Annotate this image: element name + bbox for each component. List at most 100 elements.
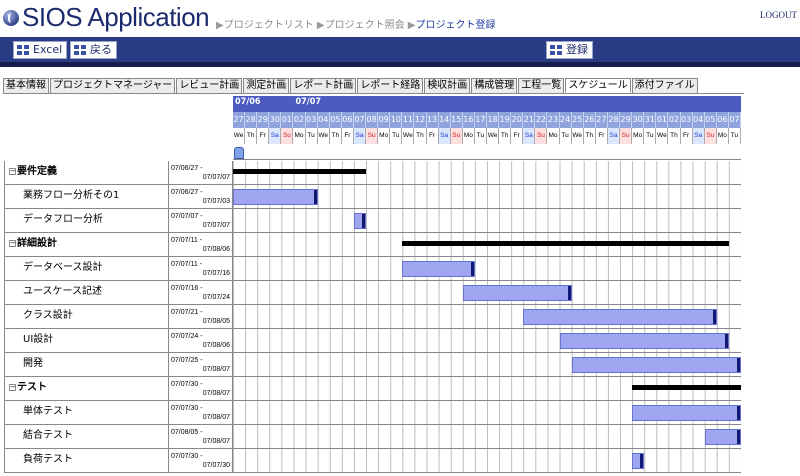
task-bar[interactable] bbox=[559, 333, 729, 349]
task-start-date: 07/08/05 - bbox=[171, 429, 203, 436]
day-cell: 06 bbox=[717, 112, 729, 128]
tab-4[interactable]: 測定計画 bbox=[243, 78, 290, 93]
task-name[interactable]: 開発 bbox=[4, 353, 169, 377]
weekday-cell: Mo bbox=[378, 128, 391, 144]
summary-bar[interactable] bbox=[233, 169, 367, 174]
weekday-cell: Sa bbox=[607, 128, 621, 144]
tab-1[interactable]: 基本情報 bbox=[3, 78, 49, 93]
task-bar-end-handle[interactable] bbox=[567, 286, 571, 300]
task-name-label: 負荷テスト bbox=[23, 454, 73, 465]
day-cell: 05 bbox=[705, 112, 717, 128]
task-bar-end-handle[interactable] bbox=[640, 454, 644, 468]
tab-9[interactable]: 工程一覧 bbox=[518, 78, 565, 93]
task-bar[interactable] bbox=[632, 405, 741, 421]
task-start-date: 07/07/30 - bbox=[171, 453, 203, 460]
tab-2[interactable]: プロジェクトマネージャー bbox=[50, 78, 176, 93]
logout-link[interactable]: LOGOUT bbox=[760, 10, 797, 20]
tab-6[interactable]: レポート経路 bbox=[357, 78, 424, 93]
today-marker-icon[interactable] bbox=[234, 147, 244, 159]
day-cell: 27 bbox=[233, 112, 246, 128]
collapse-icon[interactable]: − bbox=[9, 383, 16, 391]
tab-8[interactable]: 構成管理 bbox=[471, 78, 518, 93]
day-cell: 01 bbox=[281, 112, 294, 128]
weekday-cell: Su bbox=[620, 128, 633, 144]
register-button[interactable]: 登録 bbox=[546, 41, 593, 59]
task-bar[interactable] bbox=[402, 261, 475, 277]
task-name-label: テスト bbox=[17, 382, 47, 393]
task-name-label: 要件定義 bbox=[17, 166, 57, 177]
timeline-cells bbox=[233, 305, 741, 329]
day-cell: 06 bbox=[342, 112, 354, 128]
task-bar-end-handle[interactable] bbox=[736, 406, 740, 420]
task-name[interactable]: 業務フロー分析その1 bbox=[4, 185, 169, 209]
collapse-icon[interactable]: − bbox=[9, 239, 16, 247]
task-bar[interactable] bbox=[571, 357, 741, 373]
task-name[interactable]: データフロー分析 bbox=[4, 209, 169, 233]
task-name[interactable]: 単体テスト bbox=[4, 401, 169, 425]
task-bar[interactable] bbox=[632, 453, 645, 469]
weekday-cell: Fr bbox=[342, 128, 354, 144]
task-dates: 07/07/11 - 07/08/06 bbox=[169, 233, 233, 257]
timeline-cells bbox=[233, 281, 741, 305]
task-name[interactable]: −テスト bbox=[4, 377, 169, 401]
task-bar[interactable] bbox=[523, 309, 717, 325]
task-bar-end-handle[interactable] bbox=[313, 190, 317, 204]
task-bar-end-handle[interactable] bbox=[736, 358, 740, 372]
grid-icon bbox=[74, 45, 86, 55]
weekday-cell: Th bbox=[414, 128, 427, 144]
task-bar-end-handle[interactable] bbox=[724, 334, 728, 348]
task-name[interactable]: UI設計 bbox=[4, 329, 169, 353]
tab-10[interactable]: スケジュール bbox=[565, 78, 631, 93]
day-cell: 17 bbox=[475, 112, 487, 128]
task-bar-end-handle[interactable] bbox=[470, 262, 474, 276]
task-name[interactable]: 負荷テスト bbox=[4, 449, 169, 473]
tab-11[interactable]: 添付ファイル bbox=[631, 78, 698, 93]
summary-bar[interactable] bbox=[632, 385, 741, 390]
task-start-date: 07/07/30 - bbox=[171, 405, 203, 412]
task-name-label: クラス設計 bbox=[23, 310, 73, 321]
task-start-date: 07/07/16 - bbox=[171, 285, 203, 292]
breadcrumb-arrow-icon: ▶ bbox=[216, 20, 224, 31]
task-name[interactable]: −要件定義 bbox=[4, 161, 169, 185]
tab-5[interactable]: レポート計画 bbox=[290, 78, 357, 93]
breadcrumb-arrow-icon: ▶ bbox=[404, 20, 416, 31]
collapse-icon[interactable]: − bbox=[9, 167, 16, 175]
tab-7[interactable]: 検収計画 bbox=[424, 78, 471, 93]
task-name[interactable]: 結合テスト bbox=[4, 425, 169, 449]
task-row: クラス設計 07/07/21 - 07/08/05 bbox=[4, 305, 741, 329]
breadcrumb-item[interactable]: プロジェクトリスト bbox=[224, 20, 314, 31]
day-cell: 16 bbox=[463, 112, 475, 128]
day-cell: 11 bbox=[402, 112, 415, 128]
task-bar-end-handle[interactable] bbox=[712, 310, 716, 324]
task-dates: 07/07/30 - 07/08/07 bbox=[169, 377, 233, 401]
task-row: 業務フロー分析その1 07/06/27 - 07/07/03 bbox=[4, 185, 741, 209]
day-cell: 14 bbox=[439, 112, 451, 128]
summary-bar[interactable] bbox=[402, 241, 729, 246]
day-cell: 03 bbox=[306, 112, 318, 128]
weekday-cell: Fr bbox=[511, 128, 524, 144]
weekday-row: We Th Fr Sa Su Mo Tu We Th Fr Sa Su Mo Tu We Th Fr Sa Su Mo… bbox=[233, 128, 741, 144]
excel-button[interactable]: Excel bbox=[13, 41, 68, 59]
task-name[interactable]: データベース設計 bbox=[4, 257, 169, 281]
task-name[interactable]: クラス設計 bbox=[4, 305, 169, 329]
day-cell: 07 bbox=[729, 112, 741, 128]
timeline-cells bbox=[233, 257, 741, 281]
task-bar[interactable] bbox=[353, 213, 367, 229]
task-dates: 07/07/25 - 07/08/07 bbox=[169, 353, 233, 377]
task-name[interactable]: ユースケース記述 bbox=[4, 281, 169, 305]
weekday-cell: Su bbox=[281, 128, 294, 144]
breadcrumb-item[interactable]: プロジェクト照会 bbox=[325, 20, 405, 31]
weekday-cell: Sa bbox=[269, 128, 282, 144]
task-name[interactable]: −詳細設計 bbox=[4, 233, 169, 257]
weekday-cell: Mo bbox=[547, 128, 560, 144]
task-bar-end-handle[interactable] bbox=[362, 214, 366, 228]
back-button[interactable]: 戻る bbox=[70, 41, 117, 59]
task-bar[interactable] bbox=[462, 285, 572, 301]
task-bar[interactable] bbox=[233, 189, 318, 205]
timeline-cells bbox=[233, 425, 741, 449]
task-end-date: 07/07/07 bbox=[202, 222, 230, 229]
tab-3[interactable]: レビュー計画 bbox=[176, 78, 243, 93]
grid-icon bbox=[17, 45, 29, 55]
task-bar[interactable] bbox=[704, 429, 741, 445]
task-bar-end-handle[interactable] bbox=[736, 430, 740, 444]
